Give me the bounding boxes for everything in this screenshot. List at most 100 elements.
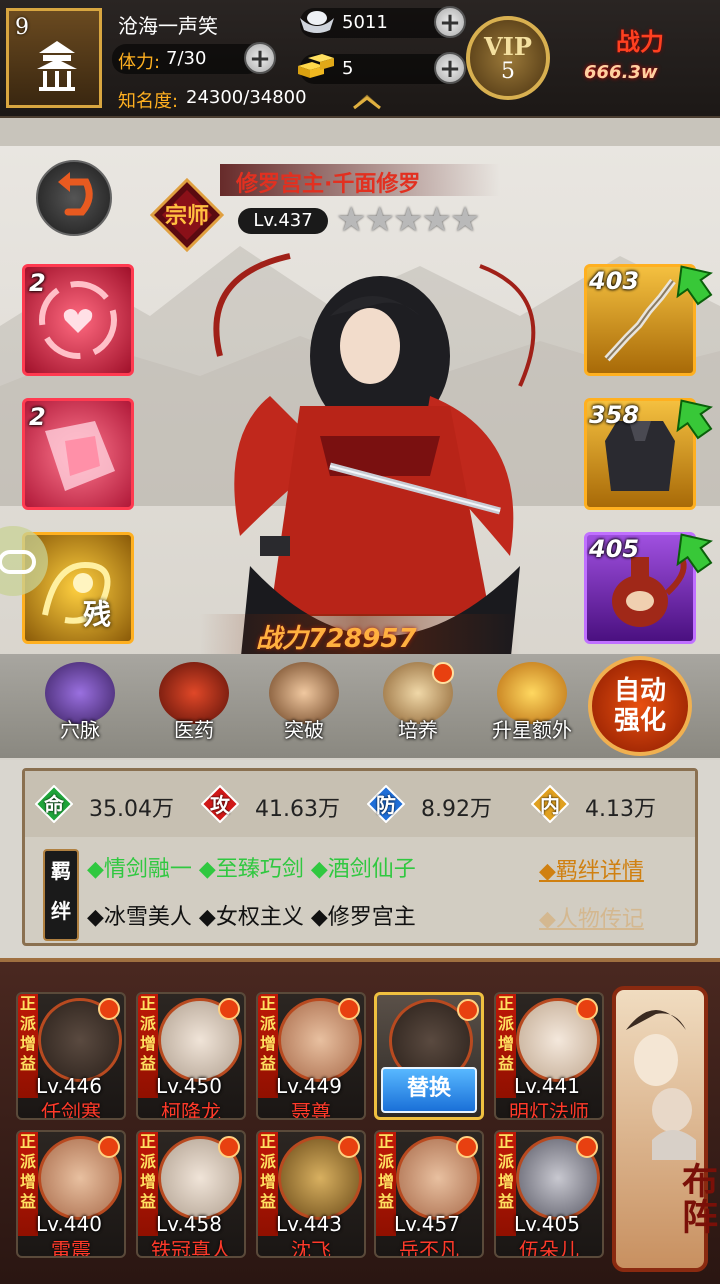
floating-assist-button[interactable] xyxy=(0,526,48,596)
total-power-value: 666.3w xyxy=(584,62,658,83)
notification-dot xyxy=(98,998,120,1020)
skill-slot-2[interactable]: 2 xyxy=(22,398,134,510)
gold-bars-icon xyxy=(298,54,334,78)
swap-button[interactable]: 替换 xyxy=(381,1067,477,1113)
team-member-2[interactable]: 正派增益 Lv.450 柯降龙 xyxy=(136,992,246,1120)
member-level: Lv.449 xyxy=(276,1074,342,1098)
team-member-3[interactable]: 正派增益 Lv.449 聂尊 xyxy=(256,992,366,1120)
add-gold-button[interactable]: + xyxy=(434,52,466,84)
team-member-current[interactable]: 替换 xyxy=(374,992,484,1120)
stamina-value: 7/30 xyxy=(166,48,207,69)
gamepad-icon xyxy=(0,550,36,574)
righteous-buff-tag: 正派增益 xyxy=(258,1132,278,1236)
meridian-button[interactable]: 穴脉 xyxy=(36,662,124,752)
team-member-5[interactable]: 正派增益 Lv.441 明灯法师 xyxy=(494,992,604,1120)
skill-3-mark: 残 xyxy=(83,598,112,631)
vip-label: VIP xyxy=(484,32,532,61)
team-member-7[interactable]: 正派增益 Lv.458 铁冠真人 xyxy=(136,1130,246,1258)
hero-power: 战力728957 xyxy=(256,624,417,654)
attr-attack-key: 攻 xyxy=(210,793,230,817)
formation-label: 布阵 xyxy=(676,1162,718,1234)
member-name: 柯降龙 xyxy=(161,1100,221,1120)
notification-dot xyxy=(338,998,360,1020)
team-member-8[interactable]: 正派增益 Lv.443 沈飞 xyxy=(256,1130,366,1258)
badge-text: 宗师 xyxy=(165,203,209,229)
team-member-1[interactable]: 正派增益 Lv.446 任剑寒 xyxy=(16,992,126,1120)
breakthrough-button[interactable]: 突破 xyxy=(260,662,348,752)
temple-icon xyxy=(37,41,77,91)
medicine-label: 医药 xyxy=(174,718,214,742)
weapon-level: 403 xyxy=(589,267,640,295)
vip-level: 5 xyxy=(501,59,515,84)
hero-level: Lv.437 xyxy=(238,208,328,234)
top-status-bar: 9 沧海一声笑 体力: 7/30 + 知名度: 24300/34800 5011… xyxy=(0,0,720,119)
righteous-buff-tag: 正派增益 xyxy=(258,994,278,1098)
biography-link[interactable]: ◆人物传记 xyxy=(539,901,644,933)
attr-hp-key: 命 xyxy=(44,793,64,817)
notification-dot xyxy=(218,1136,240,1158)
member-name: 岳不凡 xyxy=(399,1238,459,1258)
attr-attack-value: 41.63万 xyxy=(255,797,340,822)
righteous-buff-tag: 正派增益 xyxy=(496,994,516,1098)
notification-dot xyxy=(432,662,454,684)
formation-button[interactable]: 布阵 xyxy=(612,986,718,1272)
team-lineup: 正派增益 Lv.446 任剑寒 正派增益 Lv.450 柯降龙 正派增益 Lv.… xyxy=(0,958,720,1284)
attribute-panel: 命 35.04万 攻 41.63万 防 8.92万 内 4.13万 羁绊 ◆情剑… xyxy=(22,768,698,946)
attribute-row: 命 35.04万 攻 41.63万 防 8.92万 内 4.13万 xyxy=(25,771,695,837)
breakthrough-label: 突破 xyxy=(284,718,324,742)
notification-dot xyxy=(338,1136,360,1158)
member-name: 伍朵儿 xyxy=(519,1238,579,1258)
chevron-up-icon[interactable] xyxy=(350,92,384,110)
fame-value: 24300/34800 xyxy=(186,87,307,108)
medicine-button[interactable]: 医药 xyxy=(150,662,238,752)
bond-tag: 羁绊 xyxy=(43,849,79,941)
hero-name: 修罗宫主·千面修罗 xyxy=(236,172,421,197)
add-stamina-button[interactable]: + xyxy=(244,42,276,74)
cultivate-button[interactable]: 培养 xyxy=(374,662,462,752)
righteous-buff-tag: 正派增益 xyxy=(18,994,38,1098)
team-member-6[interactable]: 正派增益 Lv.440 雷震 xyxy=(16,1130,126,1258)
member-level: Lv.440 xyxy=(36,1212,102,1236)
star-up-extra-button[interactable]: 升星额外 xyxy=(484,662,580,752)
member-name: 雷震 xyxy=(51,1238,91,1258)
attr-defense-value: 8.92万 xyxy=(421,797,492,822)
member-level: Lv.441 xyxy=(514,1074,580,1098)
vip-badge[interactable]: VIP 5 xyxy=(466,16,550,100)
member-name: 沈飞 xyxy=(291,1238,331,1258)
attr-hp-value: 35.04万 xyxy=(89,797,174,822)
attr-internal-value: 4.13万 xyxy=(585,797,656,822)
equip-slot-accessory[interactable]: 405 xyxy=(584,532,713,644)
team-member-10[interactable]: 正派增益 Lv.405 伍朵儿 xyxy=(494,1130,604,1258)
skill-slot-1[interactable]: 2 xyxy=(22,264,134,376)
member-level: Lv.457 xyxy=(394,1212,460,1236)
back-button[interactable] xyxy=(36,160,112,236)
player-level: 9 xyxy=(15,15,29,40)
upgrade-arrow-icon[interactable] xyxy=(669,259,717,307)
fame-label: 知名度: xyxy=(118,91,179,112)
bond-detail-link[interactable]: ◆羁绊详情 xyxy=(539,853,644,885)
member-level: Lv.450 xyxy=(156,1074,222,1098)
notification-dot xyxy=(576,1136,598,1158)
inactive-bonds: ◆冰雪美人 ◆女权主义 ◆修罗宫主 xyxy=(87,905,416,930)
total-power[interactable]: 战力 666.3w xyxy=(576,14,716,94)
silver-amount: 5011 xyxy=(342,12,388,33)
notification-dot xyxy=(456,1136,478,1158)
total-power-label: 战力 xyxy=(616,28,664,56)
return-arrow-icon xyxy=(58,172,93,216)
member-name: 明灯法师 xyxy=(509,1100,589,1120)
righteous-buff-tag: 正派增益 xyxy=(18,1132,38,1236)
member-name: 聂尊 xyxy=(291,1100,331,1120)
star-up-extra-label: 升星额外 xyxy=(492,718,572,742)
righteous-buff-tag: 正派增益 xyxy=(138,1132,158,1236)
armor-level: 358 xyxy=(589,401,640,429)
auto-enhance-button[interactable]: 自动 强化 xyxy=(588,656,692,756)
cultivate-label: 培养 xyxy=(398,718,438,742)
equip-slot-weapon[interactable]: 403 xyxy=(584,264,713,376)
team-member-9[interactable]: 正派增益 Lv.457 岳不凡 xyxy=(374,1130,484,1258)
upgrade-arrow-icon[interactable] xyxy=(669,393,717,441)
player-portrait[interactable]: 9 xyxy=(6,8,102,108)
upgrade-arrow-icon[interactable] xyxy=(669,527,717,575)
add-silver-button[interactable]: + xyxy=(434,6,466,38)
member-level: Lv.443 xyxy=(276,1212,342,1236)
equip-slot-armor[interactable]: 358 xyxy=(584,398,713,510)
